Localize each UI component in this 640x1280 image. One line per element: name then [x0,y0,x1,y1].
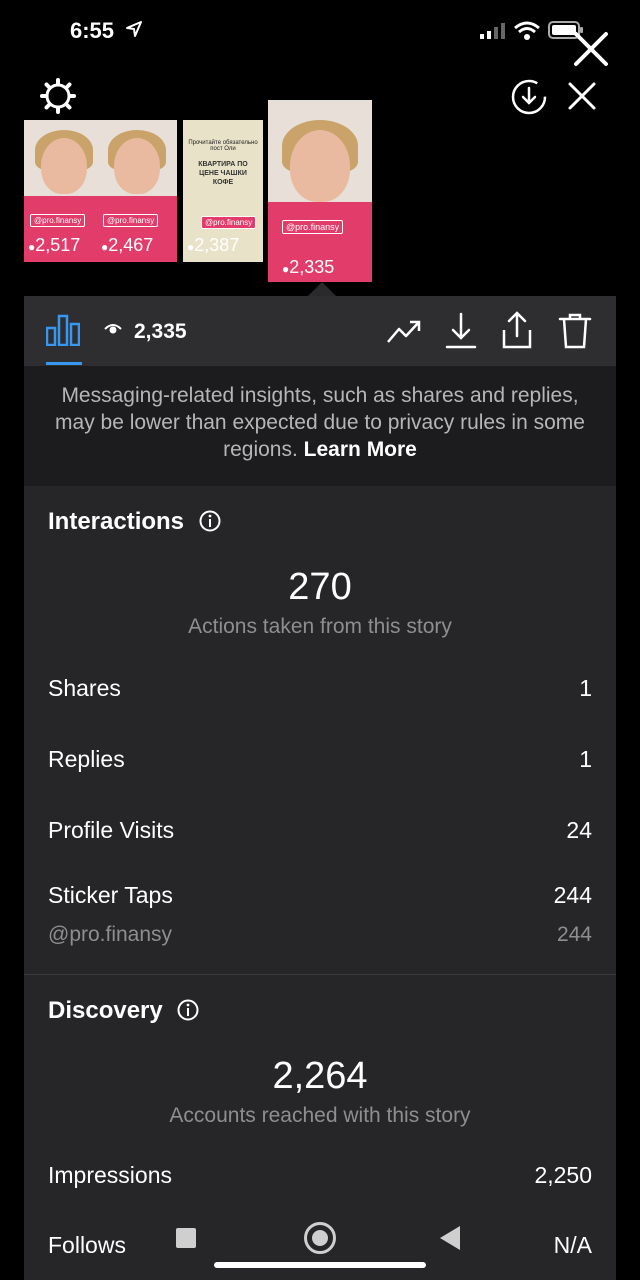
insights-bar-chart-icon[interactable] [46,314,80,346]
eye-icon [104,324,122,334]
metric-label: Profile Visits [48,816,175,843]
interactions-heading: Interactions [48,486,592,558]
metric-value: N/A [553,1231,592,1258]
story-view-count: ●2,387 [187,235,240,255]
location-arrow-icon [126,21,142,37]
home-indicator[interactable] [214,1262,426,1268]
interactions-total: 270 [288,566,352,608]
discovery-heading: Discovery [48,975,592,1047]
interactions-caption: Actions taken from this story [188,615,452,638]
metric-row-replies: Replies 1 [48,744,592,774]
story-views-count: 2,335 [134,320,187,343]
interactions-section: Interactions 270 Actions taken from this… [24,486,616,950]
discovery-caption: Accounts reached with this story [169,1104,471,1127]
story-thumbnail-2[interactable]: @pro.finansy ●2,467 [97,120,177,262]
status-bar: 6:55 [0,0,640,66]
story-thumbnail-3[interactable]: Прочитайте обязательно пост Оли КВАРТИРА… [183,120,263,262]
selected-story-pointer [308,282,336,296]
story-handle-tag: @pro.finansy [30,214,86,227]
metric-row-impressions: Impressions 2,250 [48,1160,592,1190]
metric-row-shares: Shares 1 [48,673,592,703]
overlay-close-icon[interactable] [570,28,612,70]
metric-row-sticker-taps: Sticker Taps 244 [48,880,592,910]
discovery-total: 2,264 [272,1055,368,1097]
status-time: 6:55 [70,18,115,43]
metric-label: Follows [48,1231,126,1258]
metric-value: 244 [553,881,592,908]
insights-panel: 2,335 Messaging-related insights, such a… [24,296,616,1280]
settings-gear-icon[interactable] [40,78,76,114]
story-view-count: ●2,467 [101,235,154,255]
insights-toolbar: 2,335 [24,296,616,366]
discovery-section: Discovery 2,264 Accounts reached with th… [24,975,616,1260]
info-icon[interactable] [199,510,221,532]
story-handle-tag: @pro.finansy [201,216,257,229]
story-thumbnail-1[interactable]: @pro.finansy ●2,517 [24,120,104,262]
wifi-icon [514,21,540,40]
cellular-signal-icon [480,23,505,39]
share-icon[interactable] [500,310,534,350]
metric-value: 1 [579,745,592,772]
delete-trash-icon[interactable] [558,312,592,350]
metric-value: 24 [566,816,592,843]
learn-more-link[interactable]: Learn More [304,438,417,461]
metric-value: 1 [579,674,592,701]
story-view-count: ●2,517 [28,235,81,255]
story-handle-tag: @pro.finansy [103,214,159,227]
metric-value: 2,250 [534,1161,592,1188]
metric-subrow-sticker-handle: @pro.finansy 244 [48,920,592,950]
back-button[interactable] [440,1226,460,1250]
active-tab-indicator [46,362,82,365]
home-button[interactable] [304,1222,336,1254]
recent-apps-button[interactable] [176,1228,196,1248]
story-handle-tag: @pro.finansy [282,220,344,234]
metric-row-profile-visits: Profile Visits 24 [48,815,592,845]
metric-label: Shares [48,674,121,701]
story-view-count: ●2,335 [282,257,335,277]
metric-sub-label: @pro.finansy [48,923,173,946]
metric-sub-value: 244 [556,923,592,946]
privacy-notice: Messaging-related insights, such as shar… [24,366,616,486]
save-download-icon[interactable] [444,312,478,350]
metric-label: Impressions [48,1161,172,1188]
info-icon[interactable] [177,999,199,1021]
download-circle-icon[interactable] [510,78,548,116]
close-icon[interactable] [566,80,598,112]
story-thumbnail-selected[interactable]: @pro.finansy ●2,335 [268,100,372,282]
story-card-title: КВАРТИРА ПО ЦЕНЕ ЧАШКИ КОФЕ [198,161,248,186]
metric-label: Replies [48,745,125,772]
metric-label: Sticker Taps [48,881,173,908]
story-card-header: Прочитайте обязательно пост Оли [188,140,258,152]
promote-trend-icon[interactable] [386,316,422,346]
